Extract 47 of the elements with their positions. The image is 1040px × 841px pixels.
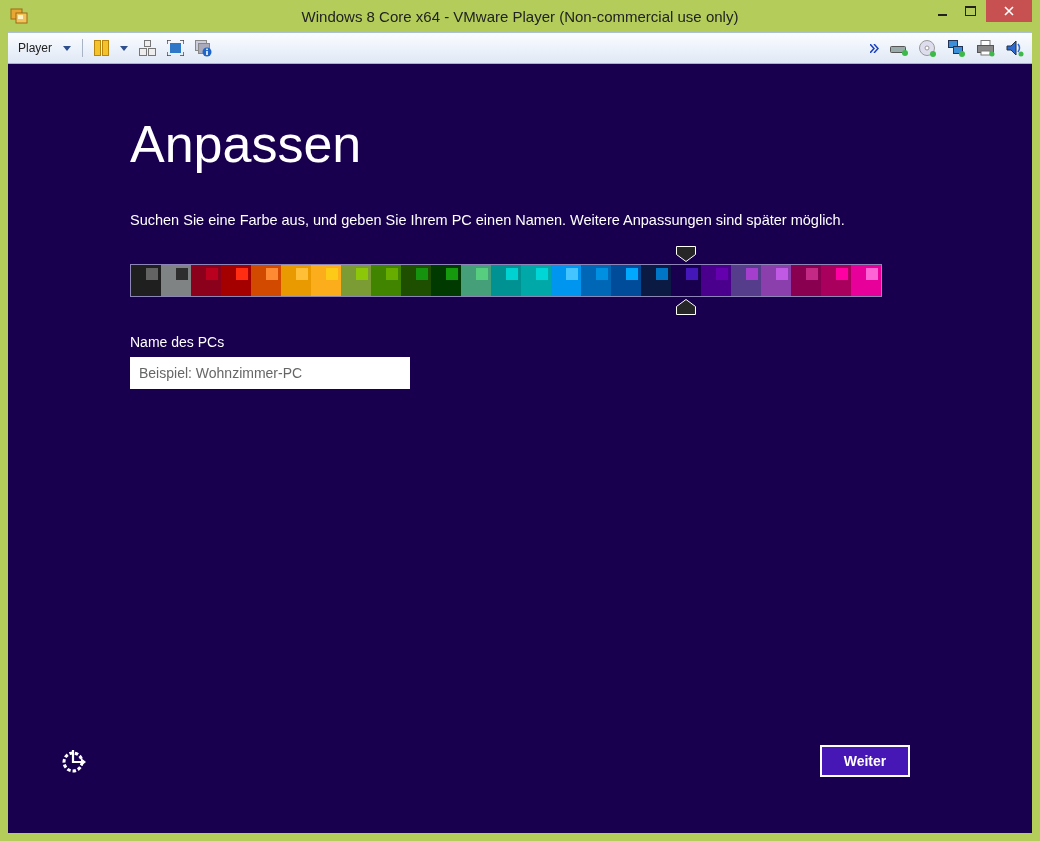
color-swatch[interactable] [161,265,191,296]
player-menu[interactable]: Player [18,41,52,55]
color-swatch[interactable] [731,265,761,296]
color-swatch[interactable] [341,265,371,296]
pc-name-field[interactable]: Beispiel: Wohnzimmer-PC [130,357,410,389]
color-swatch[interactable] [371,265,401,296]
maximize-icon [964,6,976,16]
caret-icon[interactable] [63,45,71,51]
color-swatch[interactable] [641,265,671,296]
color-swatch[interactable] [251,265,281,296]
pause-icon[interactable] [94,40,109,56]
color-swatch[interactable] [761,265,791,296]
color-swatch[interactable] [311,265,341,296]
ease-of-access-icon[interactable] [62,748,88,774]
speaker-icon[interactable] [1006,39,1024,57]
color-swatch[interactable] [281,265,311,296]
next-button[interactable]: Weiter [820,745,910,777]
keyboard-keys-icon[interactable] [139,40,156,56]
page-heading: Anpassen [130,114,362,175]
color-swatch[interactable] [851,265,881,296]
color-swatch[interactable] [461,265,491,296]
color-swatch[interactable] [131,265,161,296]
field-label: Name des PCs [130,334,225,350]
instruction-text: Suchen Sie eine Farbe aus, und geben Sie Ihrem PC einen Namen. Weitere Anpassungen sind später möglich. [130,212,845,228]
color-swatch[interactable] [791,265,821,296]
caret-icon[interactable] [120,45,128,51]
window-title: Windows 8 Core x64 - VMware Player (Non-commercial use only) [301,7,739,25]
color-swatch[interactable] [611,265,641,296]
chevron-icon[interactable] [870,43,879,53]
printer-icon[interactable] [977,39,995,57]
disc-icon[interactable] [919,39,937,57]
color-swatch[interactable] [821,265,851,296]
color-swatch[interactable] [701,265,731,296]
color-swatch[interactable] [551,265,581,296]
color-swatch[interactable] [431,265,461,296]
fullscreen-icon[interactable] [167,40,184,56]
close-icon [1004,6,1014,16]
color-swatch[interactable] [191,265,221,296]
minimize-icon [937,13,947,16]
color-swatch[interactable] [521,265,551,296]
color-swatch[interactable] [581,265,611,296]
color-swatch[interactable] [491,265,521,296]
network-icon[interactable] [948,39,966,57]
color-swatch[interactable] [221,265,251,296]
app-icon [10,8,28,24]
color-swatch[interactable] [401,265,431,296]
windows-info-icon[interactable] [195,39,212,57]
